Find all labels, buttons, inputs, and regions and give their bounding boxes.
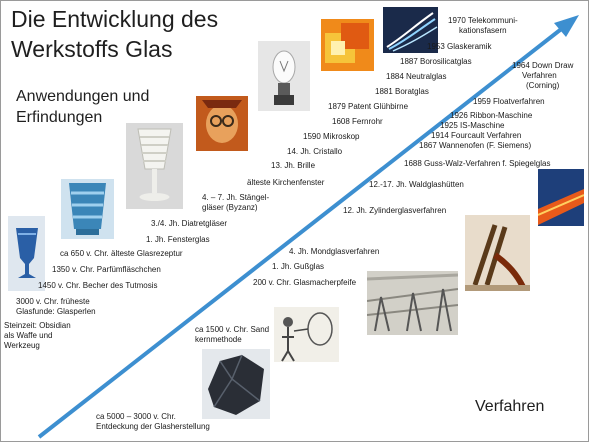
label-1879-patent-gluehbirne: 1879 Patent Glühbirne xyxy=(328,102,409,111)
label-1953-glaskeramik: 1953 Glaskeramik xyxy=(427,42,492,51)
anwendungen-heading: Anwendungen und xyxy=(16,88,150,105)
label-1887-borosilicatglas: 1887 Borosilicatglas xyxy=(400,57,472,66)
blue-beaker-icon xyxy=(61,179,114,239)
label-glasperlen: Glasfunde: Glasperlen xyxy=(16,307,96,316)
glass-ceramic-image xyxy=(321,19,374,71)
label-200-v-chr-glasmacherpfeife: 200 v. Chr. Glasmacherpfeife xyxy=(253,278,357,287)
label-1964-down-draw: 1964 Down Draw xyxy=(512,61,574,70)
obsidian-icon xyxy=(202,349,270,419)
glassblower-engraving-image xyxy=(274,307,339,362)
label-1925-is-maschine: 1925 IS-Maschine xyxy=(440,121,505,130)
diagram-canvas: Die Entwicklung des Werkstoffs Glas Anwe… xyxy=(0,0,589,442)
label-entdeckung-glasherstellung: Entdeckung der Glasherstellung xyxy=(96,422,210,431)
label-als-waffe: als Waffe und xyxy=(4,331,53,340)
label-kernmethode: kernmethode xyxy=(195,335,242,344)
spectacles-painting-image xyxy=(196,96,248,151)
stem-glass-image xyxy=(126,123,183,209)
label-3-4-jh-diatretglaeser: 3./4. Jh. Diatretgläser xyxy=(151,219,228,228)
title-line-2: Werkstoffs Glas xyxy=(11,36,173,62)
erfindungen-heading: Erfindungen xyxy=(16,109,103,126)
glassworks-engraving-image xyxy=(367,271,458,335)
label-aelteste-kirchenfenster: älteste Kirchenfenster xyxy=(247,178,325,187)
spectacles-painting-icon xyxy=(196,96,248,151)
label-13-jh-brille: 13. Jh. Brille xyxy=(271,161,316,170)
label-1881-boratglas: 1881 Boratglas xyxy=(375,87,429,96)
glass-ceramic-icon xyxy=(321,19,374,71)
light-bulb-icon xyxy=(258,41,310,111)
title-line-1: Die Entwicklung des xyxy=(11,6,219,32)
label-1959-floatverfahren: 1959 Floatverfahren xyxy=(473,97,545,106)
label-4-7-jh-staengel: 4. – 7. Jh. Stängel- xyxy=(202,193,270,202)
label-1590-mikroskop: 1590 Mikroskop xyxy=(303,132,360,141)
label-4-jh-mondglasverfahren: 4. Jh. Mondglasverfahren xyxy=(289,247,380,256)
label-14-jh-cristallo: 14. Jh. Cristallo xyxy=(287,147,343,156)
label-1-jh-gussglas: 1. Jh. Gußglas xyxy=(272,262,325,271)
label-1688-guss-walz: 1688 Guss-Walz-Verfahren f. Spiegelglas xyxy=(404,159,551,168)
label-1608-fernrohr: 1608 Fernrohr xyxy=(332,117,383,126)
label-1884-neutralglas: 1884 Neutralglas xyxy=(386,72,447,81)
label-ca-5000-3000-v-chr: ca 5000 – 3000 v. Chr. xyxy=(96,412,176,421)
float-glass-icon xyxy=(538,169,584,226)
label-12-jh-zylinderglasverfahren: 12. Jh. Zylinderglasverfahren xyxy=(343,206,447,215)
label-3000-v-chr: 3000 v. Chr. früheste xyxy=(16,297,90,306)
label-steinzeit-obsidian: Steinzeit: Obsidian xyxy=(4,321,71,330)
label-1914-fourcault: 1914 Fourcault Verfahren xyxy=(431,131,522,140)
label-kationsfasern: kationsfasern xyxy=(459,26,507,35)
label-1926-ribbon-maschine: 1926 Ribbon-Maschine xyxy=(450,111,533,120)
cylinder-glass-image xyxy=(465,215,530,291)
verfahren-heading: Verfahren xyxy=(475,398,545,415)
glassworks-engraving-icon xyxy=(367,271,458,335)
label-1450-v-chr: 1450 v. Chr. Becher des Tutmosis xyxy=(38,281,158,290)
label-12-17-jh-waldglashuetten: 12.-17. Jh. Waldglashütten xyxy=(369,180,464,189)
label-1970-telekommunikation: 1970 Telekommuni- xyxy=(448,16,518,25)
label-ca-650-v-chr: ca 650 v. Chr. älteste Glasrezeptur xyxy=(60,249,183,258)
blue-beaker-image xyxy=(61,179,114,239)
label-glaeser-byzanz: gläser (Byzanz) xyxy=(202,203,258,212)
stem-glass-icon xyxy=(126,123,183,209)
label-corning: (Corning) xyxy=(526,81,560,90)
label-werkzeug: Werkzeug xyxy=(4,341,40,350)
cylinder-glass-icon xyxy=(465,215,530,291)
glassblower-engraving-icon xyxy=(274,307,339,362)
label-1350-v-chr: 1350 v. Chr. Parfümfläschchen xyxy=(52,265,161,274)
label-ca-1500-v-chr-sand: ca 1500 v. Chr. Sand xyxy=(195,325,270,334)
blue-cup-icon xyxy=(8,216,45,291)
label-verfahren-corning-1: Verfahren xyxy=(522,71,557,80)
light-bulb-image xyxy=(258,41,310,111)
obsidian-image xyxy=(202,349,270,419)
float-glass-image xyxy=(538,169,584,226)
label-1-jh-fensterglas: 1. Jh. Fensterglas xyxy=(146,235,210,244)
blue-cup-image xyxy=(8,216,45,291)
label-1867-wannenofen: 1867 Wannenofen (F. Siemens) xyxy=(419,141,532,150)
